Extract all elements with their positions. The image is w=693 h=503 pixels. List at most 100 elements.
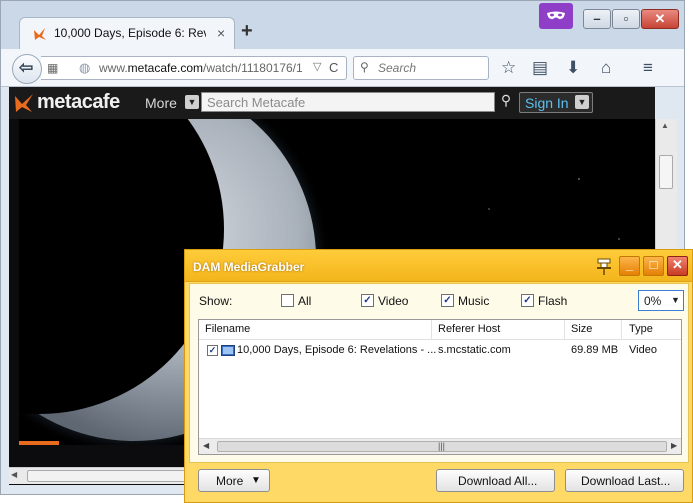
site-search-input[interactable]: Search Metacafe [201, 92, 495, 112]
search-icon: ⚲ [360, 60, 369, 74]
column-size[interactable]: Size [571, 323, 592, 335]
row-size: 69.89 MB [571, 344, 619, 356]
dialog-body: Show: All ✓ Video ✓ Music ✓ Flash 0% ▼ F… [189, 283, 689, 463]
tab-close-icon[interactable]: × [217, 25, 225, 41]
sign-in-label: Sign In [525, 95, 569, 111]
more-menu[interactable]: More [145, 95, 177, 111]
tab-title: 10,000 Days, Episode 6: Revelations [54, 26, 206, 40]
maximize-icon: □ [649, 257, 658, 272]
browser-tab[interactable]: 10,000 Days, Episode 6: Revelations × [19, 17, 235, 49]
chevron-down-icon[interactable]: ▼ [575, 95, 589, 109]
site-search-icon[interactable]: ⚲ [495, 92, 517, 112]
metacafe-favicon-icon [34, 28, 46, 40]
download-last-button[interactable]: Download Last... [565, 469, 684, 492]
scrollbar-thumb[interactable] [659, 155, 673, 189]
scrollbar-thumb[interactable]: ||| [217, 441, 667, 452]
close-window-button[interactable]: ✕ [641, 9, 679, 29]
list-header: Filename Referer Host Size Type [199, 320, 681, 340]
row-type: Video [629, 344, 657, 356]
dialog-maximize-button[interactable]: □ [643, 256, 664, 276]
search-input[interactable]: ⚲ Search [353, 56, 489, 80]
search-placeholder: Search [378, 61, 417, 75]
table-row[interactable]: ✓ 10,000 Days, Episode 6: Revelations - … [199, 342, 681, 360]
close-icon: ✕ [672, 257, 683, 272]
reading-list-icon[interactable]: ▤ [532, 58, 548, 78]
column-type[interactable]: Type [629, 323, 653, 335]
url-bar[interactable]: ▦ ◍ www.metacafe.com/watch/11180176/1 ▽ … [41, 56, 347, 80]
identity-icon[interactable]: ▦ [47, 61, 58, 75]
column-referer-host[interactable]: Referer Host [438, 323, 500, 335]
url-text[interactable]: www.metacafe.com/watch/11180176/1 [99, 61, 309, 75]
metacafe-header: metacafe More ▼ Search Metacafe ⚲ Sign I… [9, 87, 655, 119]
dialog-title: DAM MediaGrabber [193, 260, 305, 274]
checkbox[interactable]: ✓ [521, 294, 534, 307]
column-filename[interactable]: Filename [205, 323, 250, 335]
close-icon: ✕ [654, 11, 666, 26]
filter-label: Music [458, 294, 490, 308]
download-icon[interactable]: ⬇ [566, 58, 580, 78]
navigation-toolbar: ▦ ◍ www.metacafe.com/watch/11180176/1 ▽ … [1, 49, 684, 87]
column-divider[interactable] [564, 320, 565, 340]
back-button[interactable]: ⇦ [12, 54, 42, 84]
bookmark-star-icon[interactable]: ☆ [501, 58, 516, 78]
reload-icon[interactable]: C [329, 60, 338, 75]
scroll-up-icon[interactable]: ▲ [661, 121, 669, 130]
metacafe-logo-icon[interactable] [13, 93, 35, 113]
filter-label: Flash [538, 294, 568, 308]
maximize-button[interactable]: ▫ [612, 9, 640, 29]
more-button[interactable]: More ▼ [198, 469, 270, 492]
dropdown-icon[interactable]: ▽ [313, 60, 321, 73]
chevron-down-icon: ▼ [251, 475, 261, 486]
download-last-label: Download Last... [581, 474, 671, 488]
list-horizontal-scrollbar[interactable]: ◀ ||| ▶ [199, 438, 681, 454]
dialog-minimize-button[interactable]: _ [619, 256, 640, 276]
metacafe-logo[interactable]: metacafe [37, 91, 120, 114]
checkbox[interactable] [281, 294, 294, 307]
filter-label: All [298, 294, 312, 308]
column-divider[interactable] [621, 320, 622, 340]
back-icon: ⇦ [19, 58, 34, 77]
video-progress-bar[interactable] [19, 441, 59, 445]
video-file-icon [221, 345, 235, 356]
url-path: /watch/11180176/1 [203, 61, 303, 75]
maximize-icon: ▫ [623, 11, 629, 26]
media-list: Filename Referer Host Size Type ✓ 10,000… [198, 319, 682, 455]
checkbox[interactable]: ✓ [361, 294, 374, 307]
row-referer-host: s.mcstatic.com [438, 344, 511, 356]
row-checkbox[interactable]: ✓ [207, 345, 218, 356]
page-horizontal-scrollbar[interactable]: ◀ [9, 467, 191, 484]
percent-value: 0% [644, 294, 662, 308]
show-label: Show: [199, 294, 233, 308]
site-search-placeholder: Search Metacafe [207, 95, 306, 110]
column-divider[interactable] [431, 320, 432, 340]
chevron-down-icon[interactable]: ▼ [671, 295, 680, 305]
menu-icon[interactable]: ≡ [643, 58, 653, 78]
filter-label: Video [378, 294, 409, 308]
mediagrabber-dialog: DAM MediaGrabber _ □ ✕ Show: All ✓ Video… [184, 249, 693, 503]
scroll-left-icon[interactable]: ◀ [203, 441, 209, 450]
grip-icon: ||| [438, 441, 446, 451]
more-button-label: More [216, 474, 244, 488]
minimize-icon: – [593, 11, 601, 26]
url-prefix: www. [99, 61, 128, 75]
dialog-close-button[interactable]: ✕ [667, 256, 688, 276]
new-tab-button[interactable]: + [241, 20, 253, 43]
dialog-title-bar[interactable]: DAM MediaGrabber _ □ ✕ [185, 250, 692, 282]
home-icon[interactable]: ⌂ [601, 58, 611, 78]
scroll-right-icon[interactable]: ▶ [671, 441, 677, 450]
minimize-button[interactable]: – [583, 9, 611, 29]
percent-select[interactable]: 0% ▼ [638, 290, 684, 311]
private-browsing-mask-icon [539, 3, 573, 29]
title-bar: 10,000 Days, Episode 6: Revelations × + … [1, 1, 684, 49]
scrollbar-thumb[interactable] [27, 470, 191, 482]
sign-in-button[interactable]: Sign In ▼ [519, 92, 593, 113]
row-filename: 10,000 Days, Episode 6: Revelations - ..… [237, 344, 437, 356]
chevron-down-icon[interactable]: ▼ [185, 95, 199, 109]
pin-icon[interactable] [595, 256, 613, 276]
download-all-button[interactable]: Download All... [436, 469, 555, 492]
checkbox[interactable]: ✓ [441, 294, 454, 307]
download-all-label: Download All... [458, 474, 538, 488]
scroll-left-icon[interactable]: ◀ [11, 470, 17, 479]
globe-icon: ◍ [79, 60, 91, 75]
url-domain: metacafe.com [127, 61, 204, 75]
